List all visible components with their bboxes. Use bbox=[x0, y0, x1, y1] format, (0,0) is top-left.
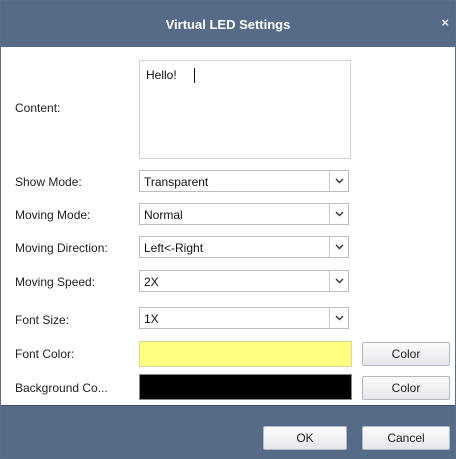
dialog-title: Virtual LED Settings bbox=[165, 16, 291, 32]
dialog-titlebar: Virtual LED Settings × bbox=[1, 1, 455, 47]
moving-mode-value: Normal bbox=[144, 208, 183, 222]
dialog-footer: OK Cancel bbox=[1, 406, 455, 458]
content-label: Content: bbox=[15, 101, 61, 115]
moving-mode-select[interactable]: Normal bbox=[139, 203, 349, 225]
font-color-label: Font Color: bbox=[15, 347, 75, 361]
text-caret bbox=[194, 68, 195, 83]
moving-direction-select[interactable]: Left<-Right bbox=[139, 236, 349, 258]
chevron-down-icon[interactable] bbox=[329, 237, 348, 257]
show-mode-label: Show Mode: bbox=[15, 175, 82, 189]
moving-mode-label: Moving Mode: bbox=[15, 208, 91, 222]
font-size-select[interactable]: 1X bbox=[139, 307, 349, 329]
chevron-down-icon[interactable] bbox=[329, 204, 348, 224]
virtual-led-settings-dialog: Virtual LED Settings × Content: Hello! S… bbox=[0, 0, 456, 459]
moving-speed-value: 2X bbox=[144, 275, 159, 289]
chevron-down-icon[interactable] bbox=[329, 271, 348, 291]
show-mode-value: Transparent bbox=[144, 175, 209, 189]
chevron-down-icon[interactable] bbox=[329, 308, 348, 328]
show-mode-select[interactable]: Transparent bbox=[139, 170, 349, 192]
moving-speed-label: Moving Speed: bbox=[15, 275, 96, 289]
chevron-down-icon[interactable] bbox=[329, 171, 348, 191]
moving-direction-value: Left<-Right bbox=[144, 241, 204, 255]
font-color-button[interactable]: Color bbox=[362, 342, 450, 366]
font-size-value: 1X bbox=[144, 312, 159, 326]
close-icon[interactable]: × bbox=[441, 16, 449, 29]
content-text: Hello! bbox=[146, 68, 177, 82]
background-color-swatch bbox=[139, 374, 352, 400]
font-size-label: Font Size: bbox=[15, 313, 70, 327]
ok-button[interactable]: OK bbox=[263, 426, 347, 450]
cancel-button[interactable]: Cancel bbox=[362, 426, 450, 450]
background-color-button[interactable]: Color bbox=[362, 376, 450, 400]
content-textarea[interactable]: Hello! bbox=[139, 60, 351, 159]
font-color-swatch bbox=[139, 341, 352, 367]
moving-direction-label: Moving Direction: bbox=[15, 241, 108, 255]
moving-speed-select[interactable]: 2X bbox=[139, 270, 349, 292]
background-color-label: Background Co... bbox=[15, 381, 108, 395]
